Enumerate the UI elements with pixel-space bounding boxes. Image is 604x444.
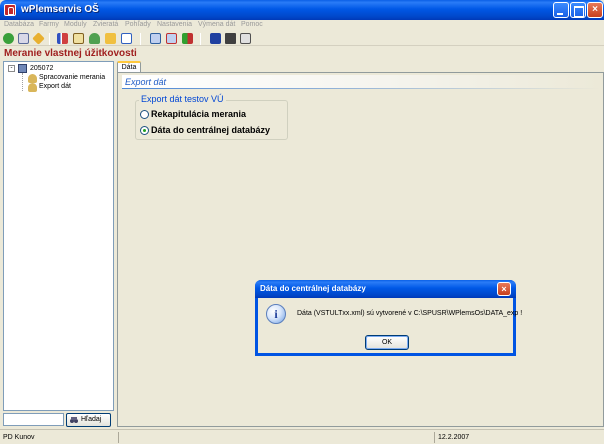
menu-vymena-dat[interactable]: Výmena dát xyxy=(198,21,235,28)
search-button-label: Hľadaj xyxy=(81,416,102,423)
menu-moduly[interactable]: Moduly xyxy=(64,21,87,28)
info-icon: i xyxy=(266,304,286,324)
users-icon[interactable] xyxy=(89,33,100,44)
maximize-button[interactable] xyxy=(570,2,586,18)
search-button[interactable]: Hľadaj xyxy=(66,413,111,427)
dialog-close-button[interactable]: × xyxy=(497,282,511,296)
info-icon-glyph: i xyxy=(274,307,278,321)
export-options-group: Export dát testov VÚ Rekapitulácia meran… xyxy=(135,94,288,140)
binoculars-icon xyxy=(70,416,78,424)
toolbar-separator xyxy=(140,33,141,45)
radio-label-rekapitulacia[interactable]: Rekapitulácia merania xyxy=(151,109,246,119)
grid-chart-icon[interactable] xyxy=(182,33,193,44)
person-icon xyxy=(28,83,37,92)
app-icon[interactable] xyxy=(4,4,16,16)
radio-label-centralna-databaza[interactable]: Dáta do centrálnej databázy xyxy=(151,125,270,135)
grid-icon[interactable] xyxy=(150,33,161,44)
group-title: Export dát testov VÚ xyxy=(139,94,226,104)
radio-centralna-databaza[interactable] xyxy=(140,126,149,135)
tree-expander[interactable]: - xyxy=(8,65,15,72)
menu-bar: Databáza Farmy Moduly Zvieratá Pohľady N… xyxy=(0,20,604,32)
dialog-title-bar[interactable]: Dáta do centrálnej databázy × xyxy=(255,280,516,298)
tab-content: Export dát Export dát testov VÚ Rekapitu… xyxy=(117,72,604,427)
save-icon[interactable] xyxy=(210,33,221,44)
print-icon[interactable] xyxy=(240,33,251,44)
navigation-tree[interactable]: - 205072 Spracovanie merania Export dát xyxy=(3,61,114,411)
window-icon[interactable] xyxy=(121,33,132,44)
radio-rekapitulacia[interactable] xyxy=(140,110,149,119)
toolbar-separator xyxy=(200,33,201,45)
edit-icon[interactable] xyxy=(73,33,84,44)
status-user: PD Kunov xyxy=(3,434,35,441)
tree-item-spracovanie[interactable]: Spracovanie merania xyxy=(39,74,105,81)
ok-button[interactable]: OK xyxy=(365,335,409,350)
menu-nastavenia[interactable]: Nastavenia xyxy=(157,21,192,28)
menu-databaza[interactable]: Databáza xyxy=(4,21,34,28)
chart-icon[interactable] xyxy=(57,33,68,44)
title-bar[interactable]: wPlemservis OŠ × xyxy=(0,0,604,20)
menu-farmy[interactable]: Farmy xyxy=(39,21,59,28)
status-message xyxy=(118,432,434,443)
folder-icon[interactable] xyxy=(105,33,116,44)
farm-icon xyxy=(18,64,27,73)
section-header-bar xyxy=(122,75,600,88)
person-icon xyxy=(28,74,37,83)
status-bar: PD Kunov 12.2.2007 xyxy=(0,429,604,444)
menu-pohlady[interactable]: Pohľady xyxy=(125,21,151,28)
dialog-title: Dáta do centrálnej databázy xyxy=(260,284,366,293)
menu-pomoc[interactable]: Pomoc xyxy=(241,21,263,28)
page-header: Meranie vlastnej úžitkovosti xyxy=(0,47,604,61)
section-title: Export dát xyxy=(125,77,167,87)
search-input[interactable] xyxy=(3,413,64,426)
page-title: Meranie vlastnej úžitkovosti xyxy=(4,48,137,59)
minimize-button[interactable] xyxy=(553,2,569,18)
tree-item-export[interactable]: Export dát xyxy=(39,83,71,90)
section-header-underline xyxy=(122,88,600,89)
tree-root-label[interactable]: 205072 xyxy=(30,65,53,72)
calendar-icon[interactable] xyxy=(18,33,29,44)
grid-delete-icon[interactable] xyxy=(166,33,177,44)
tools-icon[interactable] xyxy=(225,33,236,44)
message-dialog[interactable]: Dáta do centrálnej databázy × i Dáta (VS… xyxy=(255,280,522,356)
check-icon[interactable] xyxy=(3,33,14,44)
section-header: Export dát xyxy=(122,75,600,89)
close-button[interactable]: × xyxy=(587,2,603,18)
diamond-icon[interactable] xyxy=(32,32,45,45)
toolbar-separator xyxy=(49,33,50,45)
dialog-message: Dáta (VSTULTxx.xml) sú vytvorené v C:\SP… xyxy=(297,310,523,317)
window-title: wPlemservis OŠ xyxy=(21,4,99,15)
status-date: 12.2.2007 xyxy=(434,432,602,443)
menu-zvierata[interactable]: Zvieratá xyxy=(93,21,118,28)
tab-strip: Dáta xyxy=(115,61,604,73)
toolbar xyxy=(0,32,604,46)
